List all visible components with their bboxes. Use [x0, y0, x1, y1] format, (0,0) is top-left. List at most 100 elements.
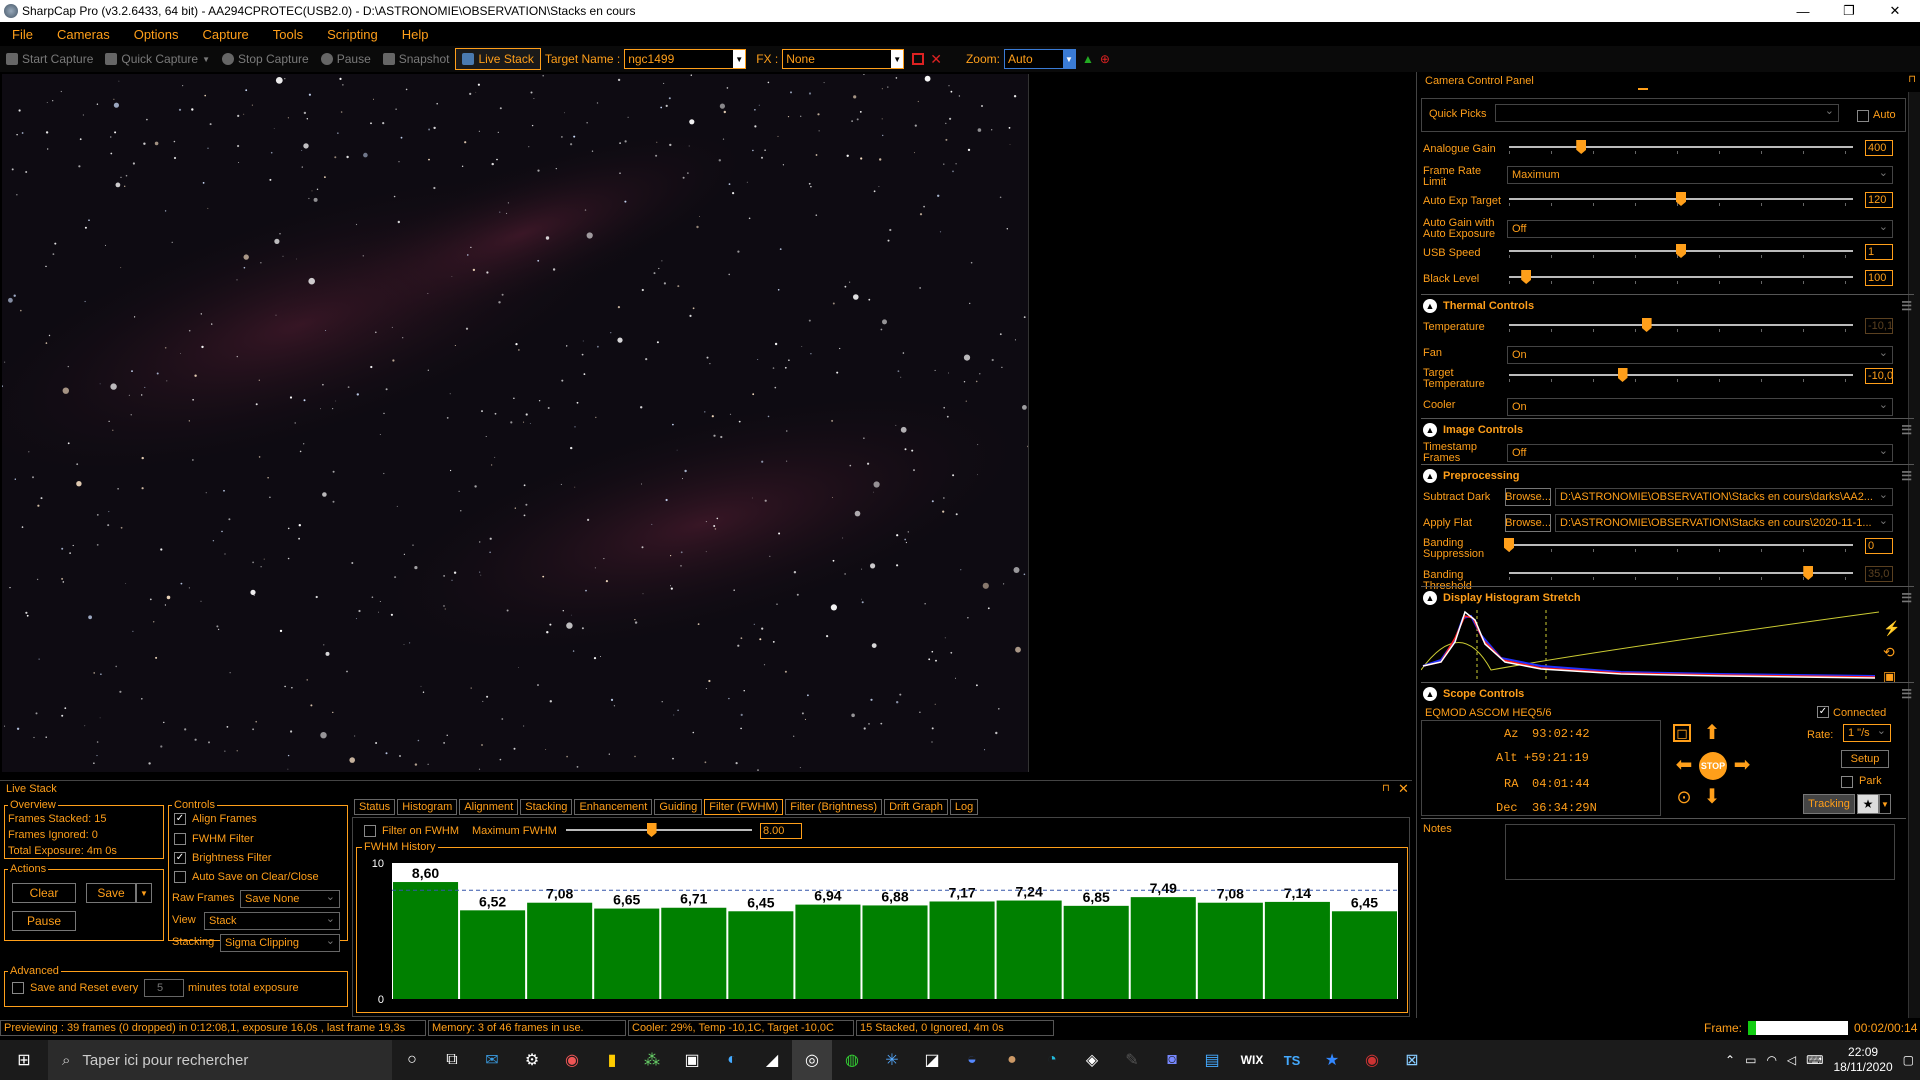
- record-icon[interactable]: [912, 53, 925, 65]
- move-north-button[interactable]: ⬆: [1701, 722, 1723, 744]
- minutes-stepper[interactable]: 5: [144, 979, 184, 997]
- menu-icon[interactable]: ☰: [1901, 469, 1912, 483]
- panel-scrollbar[interactable]: [1908, 92, 1920, 1018]
- apply-flat-path[interactable]: D:\ASTRONOMIE\OBSERVATION\Stacks en cour…: [1555, 514, 1893, 532]
- auto-exp-value[interactable]: 120: [1865, 192, 1893, 208]
- menu-icon[interactable]: ☰: [1901, 591, 1912, 605]
- pause-stack-button[interactable]: Pause: [12, 911, 76, 931]
- black-level-slider[interactable]: [1509, 270, 1853, 284]
- cooler-select[interactable]: On: [1507, 397, 1893, 416]
- lightning-icon[interactable]: ⚡: [1883, 620, 1900, 637]
- wix-icon[interactable]: WIX: [1232, 1040, 1272, 1080]
- fx-select[interactable]: None ▼: [782, 49, 905, 69]
- tab-stacking[interactable]: Stacking: [520, 799, 573, 815]
- zoom-select[interactable]: Auto ▼: [1003, 49, 1076, 69]
- setup-button[interactable]: Setup: [1841, 750, 1889, 768]
- pin-icon[interactable]: ⊓: [1908, 74, 1916, 85]
- tab-log[interactable]: Log: [949, 799, 979, 815]
- windows-start-icon[interactable]: ⊞: [0, 1040, 48, 1080]
- frame-rate-select[interactable]: Maximum: [1507, 165, 1893, 184]
- banding-threshold-slider[interactable]: [1509, 566, 1853, 580]
- app-icon[interactable]: ◒: [952, 1040, 992, 1080]
- star-icon[interactable]: ★: [1857, 794, 1879, 814]
- notification-icon[interactable]: ▢: [1903, 1053, 1914, 1067]
- chevron-down-icon[interactable]: ▼: [1879, 794, 1891, 814]
- tab-status[interactable]: Status: [354, 799, 396, 815]
- max-fwhm-slider[interactable]: [566, 823, 752, 837]
- connected-checkbox[interactable]: ✓: [1817, 706, 1829, 718]
- subtract-dark-path[interactable]: D:\ASTRONOMIE\OBSERVATION\Stacks en cour…: [1555, 488, 1893, 506]
- tab-filter-brightness[interactable]: Filter (Brightness): [785, 799, 883, 815]
- app-icon[interactable]: ✎: [1112, 1040, 1152, 1080]
- subtract-dark-browse-button[interactable]: Browse...: [1505, 488, 1551, 506]
- move-west-button[interactable]: ⬅: [1673, 754, 1695, 776]
- analogue-gain-value[interactable]: 400: [1865, 140, 1893, 156]
- home-icon[interactable]: ⊙: [1673, 786, 1695, 808]
- save-dropdown-button[interactable]: ▼: [136, 883, 152, 903]
- menu-cameras[interactable]: Cameras: [45, 27, 122, 42]
- tab-drift-graph[interactable]: Drift Graph: [884, 799, 948, 815]
- close-button[interactable]: ✕: [1872, 0, 1918, 22]
- edge-icon[interactable]: ◔: [1032, 1040, 1072, 1080]
- histogram-display[interactable]: [1420, 610, 1880, 682]
- tab-alignment[interactable]: Alignment: [459, 799, 519, 815]
- preprocessing-header[interactable]: ▲ Preprocessing ☰: [1421, 464, 1914, 486]
- usb-speed-value[interactable]: 1: [1865, 244, 1893, 260]
- histogram-icon[interactable]: ▲: [1082, 52, 1094, 66]
- app-icon[interactable]: ◉: [552, 1040, 592, 1080]
- volume-icon[interactable]: ◁: [1787, 1053, 1796, 1067]
- auto-gain-select[interactable]: Off: [1507, 219, 1893, 238]
- image-viewer[interactable]: [2, 74, 1028, 772]
- move-south-button[interactable]: ⬇: [1701, 786, 1723, 808]
- rate-select[interactable]: 1 "/s: [1843, 723, 1891, 742]
- pause-button[interactable]: Pause: [315, 48, 377, 70]
- temperature-slider[interactable]: [1509, 318, 1853, 332]
- analogue-gain-slider[interactable]: [1509, 140, 1853, 154]
- tab-histogram[interactable]: Histogram: [397, 799, 458, 815]
- align-frames-checkbox[interactable]: ✓: [174, 813, 186, 825]
- app-icon[interactable]: ◪: [912, 1040, 952, 1080]
- scope-controls-header[interactable]: ▲ Scope Controls ☰: [1421, 682, 1914, 704]
- save-reset-checkbox[interactable]: [12, 982, 24, 994]
- close-icon[interactable]: ✕: [1398, 781, 1409, 797]
- auto-checkbox[interactable]: [1857, 110, 1869, 122]
- restore-button[interactable]: ❐: [1826, 0, 1872, 22]
- menu-icon[interactable]: ☰: [1901, 299, 1912, 313]
- battery-icon[interactable]: ▭: [1745, 1053, 1756, 1067]
- mail-icon[interactable]: ✉: [472, 1040, 512, 1080]
- histogram-stretch-header[interactable]: ▲ Display Histogram Stretch ☰: [1421, 586, 1914, 608]
- sticky-notes-icon[interactable]: ▮: [592, 1040, 632, 1080]
- minimize-button[interactable]: —: [1780, 0, 1826, 22]
- thermal-controls-header[interactable]: ▲ Thermal Controls ☰: [1421, 294, 1914, 316]
- save-button[interactable]: Save: [86, 883, 136, 903]
- image-controls-header[interactable]: ▲ Image Controls ☰: [1421, 418, 1914, 440]
- task-view-icon[interactable]: ⧉: [432, 1040, 472, 1080]
- settings-icon[interactable]: ⚙: [512, 1040, 552, 1080]
- max-fwhm-value[interactable]: 8.00: [760, 823, 802, 839]
- start-capture-button[interactable]: Start Capture: [0, 48, 99, 70]
- stop-capture-button[interactable]: Stop Capture: [216, 48, 315, 70]
- app-icon[interactable]: ▤: [1192, 1040, 1232, 1080]
- tracking-button[interactable]: Tracking: [1803, 794, 1855, 814]
- menu-icon[interactable]: ☰: [1901, 687, 1912, 701]
- app-icon[interactable]: TS: [1272, 1040, 1312, 1080]
- apply-flat-browse-button[interactable]: Browse...: [1505, 514, 1551, 532]
- menu-file[interactable]: File: [0, 27, 45, 42]
- search-box[interactable]: ⌕ Taper ici pour rechercher: [48, 1040, 392, 1080]
- cortana-icon[interactable]: ○: [392, 1040, 432, 1080]
- app-icon[interactable]: ◈: [1072, 1040, 1112, 1080]
- chevron-up-icon[interactable]: ⌃: [1725, 1053, 1735, 1067]
- clock[interactable]: 22:09 18/11/2020: [1833, 1045, 1892, 1075]
- app-icon[interactable]: ◍: [832, 1040, 872, 1080]
- menu-scripting[interactable]: Scripting: [315, 27, 390, 42]
- tab-guiding[interactable]: Guiding: [654, 799, 703, 815]
- live-stack-button[interactable]: Live Stack: [455, 48, 541, 70]
- fwhm-filter-checkbox[interactable]: [174, 833, 186, 845]
- pin-icon[interactable]: ⊓: [1382, 783, 1390, 794]
- notes-textarea[interactable]: [1505, 824, 1895, 880]
- target-temperature-value[interactable]: -10,0: [1865, 368, 1893, 384]
- tab-enhancement[interactable]: Enhancement: [574, 799, 653, 815]
- clear-button[interactable]: Clear: [12, 883, 76, 903]
- app-icon[interactable]: ●: [992, 1040, 1032, 1080]
- black-level-value[interactable]: 100: [1865, 270, 1893, 286]
